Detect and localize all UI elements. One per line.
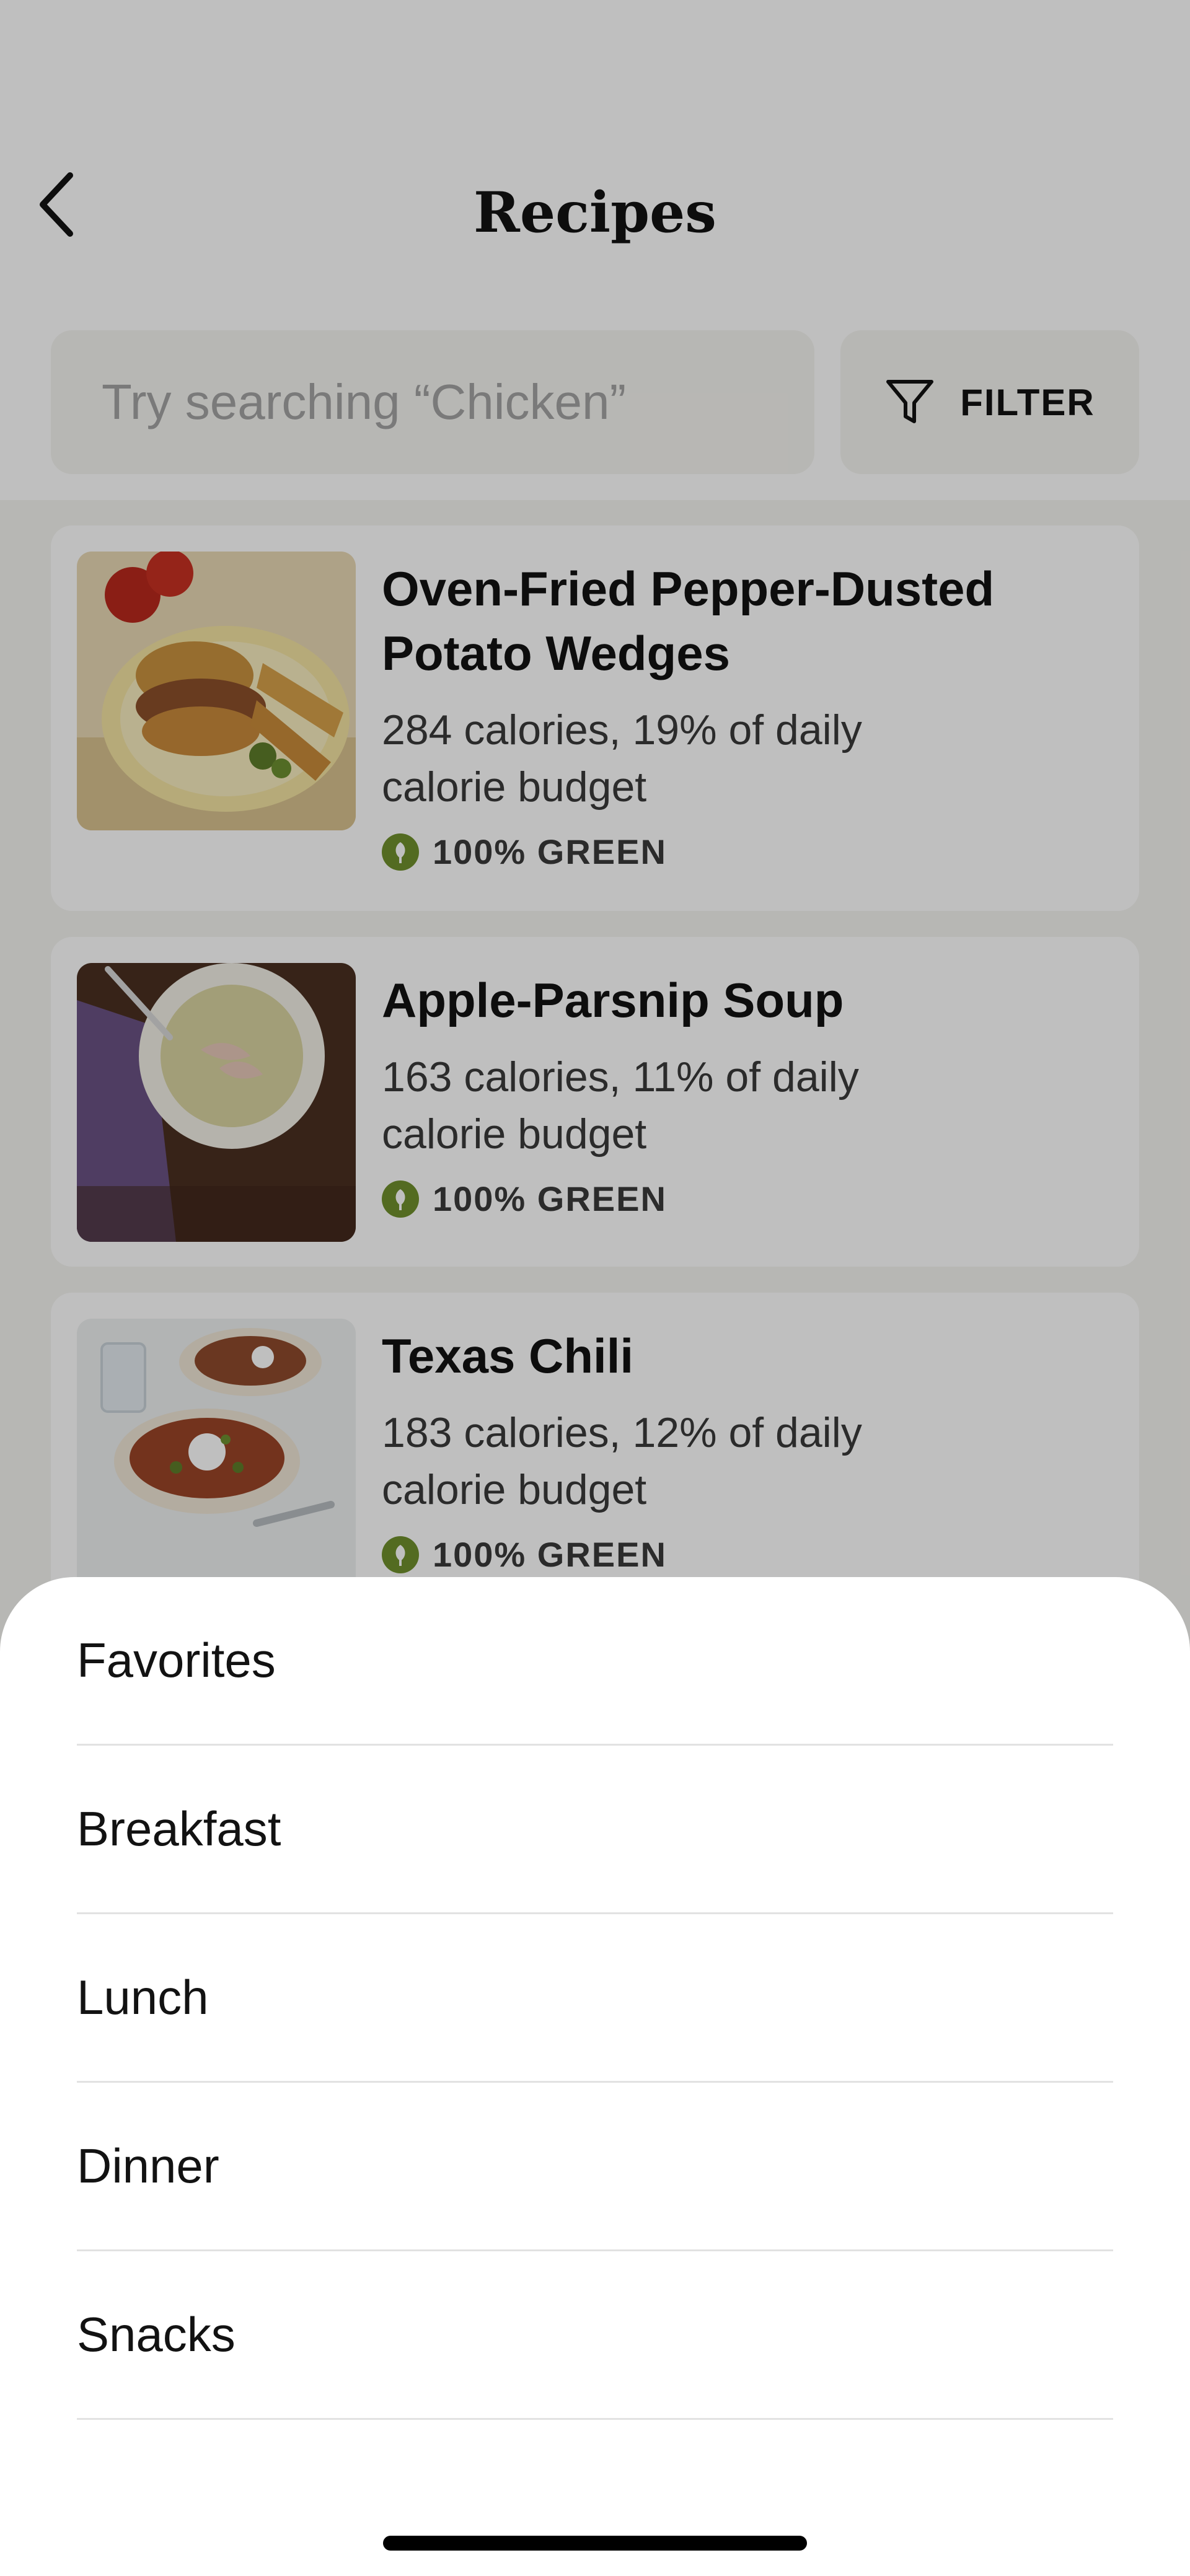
sheet-item-label: Dinner [77, 2139, 219, 2193]
sheet-item-label: Snacks [77, 2307, 236, 2362]
sheet-item-lunch[interactable]: Lunch [77, 1914, 1113, 2083]
sheet-item-label: Favorites [77, 1633, 276, 1687]
sheet-item-breakfast[interactable]: Breakfast [77, 1746, 1113, 1914]
sheet-item-label: Lunch [77, 1970, 209, 2024]
home-indicator [383, 2536, 807, 2551]
sheet-item-favorites[interactable]: Favorites [77, 1577, 1113, 1746]
sheet-item-label: Breakfast [77, 1801, 281, 1856]
meal-category-sheet: Favorites Breakfast Lunch Dinner Snacks [0, 1577, 1190, 2576]
sheet-item-dinner[interactable]: Dinner [77, 2083, 1113, 2251]
app-screen: 9:41 Recipes Try searching “Chicken” FIL… [0, 0, 1190, 2576]
sheet-item-snacks[interactable]: Snacks [77, 2251, 1113, 2420]
